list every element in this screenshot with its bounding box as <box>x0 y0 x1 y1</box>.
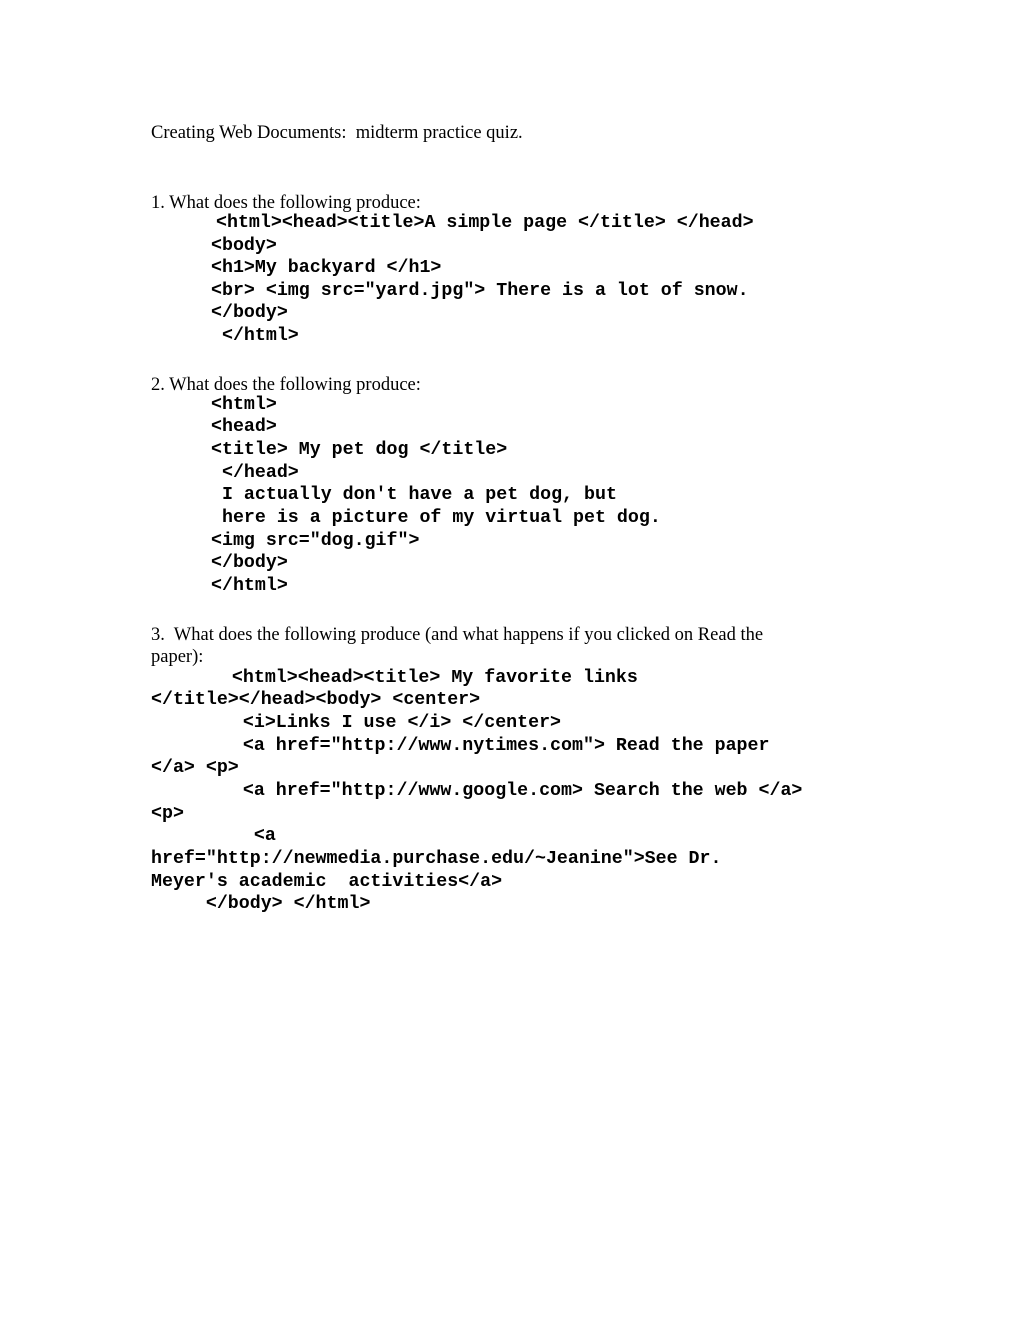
question-2-code-line: here is a picture of my virtual pet dog. <box>211 508 661 528</box>
question-2-code-line: <img src="dog.gif"> <box>211 531 420 551</box>
question-1-code-line: <body> <box>211 236 277 256</box>
question-2-code-line: <html> <box>211 395 277 415</box>
question-3-prompt-continued: paper): <box>151 647 204 667</box>
question-2-code-line: I actually don't have a pet dog, but <box>211 485 617 505</box>
question-3-code-line: </a> <p> <box>151 758 239 778</box>
question-2-code-line: </head> <box>211 463 299 483</box>
question-2-code-line: <head> <box>211 417 277 437</box>
question-3-code-line: <a <box>199 826 276 846</box>
question-1-code-line: <h1>My backyard </h1> <box>211 258 442 278</box>
question-2-code-line: <title> My pet dog </title> <box>211 440 508 460</box>
question-1-code-line: </body> <box>211 303 288 323</box>
question-2-code-line: </html> <box>211 576 288 596</box>
question-3-code-line: <a href="http://www.nytimes.com"> Read t… <box>199 736 770 756</box>
question-3-prompt: 3. What does the following produce (and … <box>151 625 764 645</box>
question-2-prompt: 2. What does the following produce: <box>151 375 421 395</box>
question-3-code-line: <html><head><title> My favorite links <box>199 668 638 688</box>
question-3-code-line: <a href="http://www.google.com> Search t… <box>199 781 803 801</box>
question-3-code-line: <p> <box>151 804 184 824</box>
question-3-code-line: Meyer's academic activities</a> <box>151 872 503 892</box>
question-1-code-line: </html> <box>211 326 299 346</box>
document-title: Creating Web Documents: midterm practice… <box>151 123 523 143</box>
question-1-code-line: <html><head><title>A simple page </title… <box>216 213 754 233</box>
question-1-code-line: <br> <img src="yard.jpg"> There is a lot… <box>211 281 749 301</box>
question-3-code-line: href="http://newmedia.purchase.edu/~Jean… <box>151 849 722 869</box>
question-1-prompt: 1. What does the following produce: <box>151 193 421 213</box>
question-3-code-line: </title></head><body> <center> <box>151 690 481 710</box>
question-3-code-line: <i>Links I use </i> </center> <box>199 713 562 733</box>
question-3-code-line: </body> </html> <box>151 894 371 914</box>
question-2-code-line: </body> <box>211 553 288 573</box>
